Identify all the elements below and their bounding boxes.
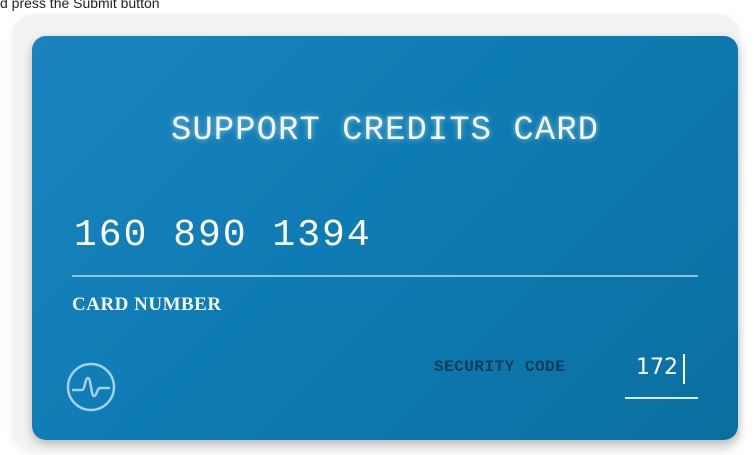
security-code-underline xyxy=(625,397,698,399)
card-title: SUPPORT CREDITS CARD xyxy=(170,112,600,150)
security-code-label: SECURITY CODE xyxy=(434,358,566,376)
text-caret xyxy=(683,354,685,384)
credits-card: SUPPORT CREDITS CARD 160 890 1394 CARD N… xyxy=(32,36,738,440)
card-number-underline xyxy=(72,275,698,277)
waveform-circle-icon xyxy=(66,362,116,412)
security-code-input[interactable] xyxy=(624,350,698,384)
card-number: 160 890 1394 xyxy=(74,214,372,257)
instruction-text: d press the Submit button xyxy=(0,0,160,11)
card-number-label: CARD NUMBER xyxy=(72,294,222,315)
